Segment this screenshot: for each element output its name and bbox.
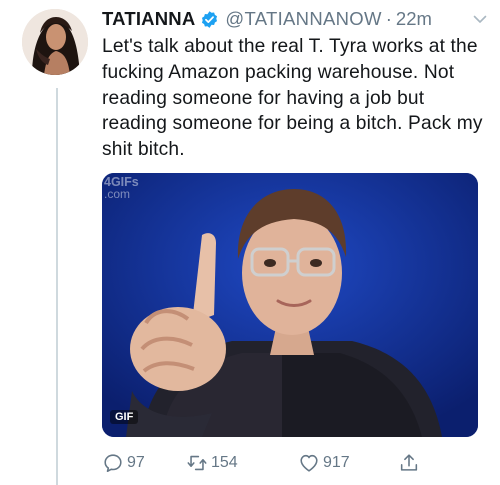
timestamp[interactable]: 22m <box>396 8 432 30</box>
reply-button[interactable]: 97 <box>102 452 145 474</box>
gif-watermark: 4GIFs .com <box>104 176 139 200</box>
chevron-down-icon[interactable] <box>472 11 488 27</box>
retweet-button[interactable]: 154 <box>186 452 238 474</box>
gif-media[interactable]: 4GIFs .com GIF <box>102 173 478 437</box>
share-icon <box>400 454 418 471</box>
like-button[interactable]: 917 <box>298 452 350 474</box>
retweet-icon <box>187 455 207 471</box>
display-name[interactable]: TATIANNA <box>102 8 195 30</box>
gif-badge: GIF <box>110 410 139 424</box>
retweet-count: 154 <box>211 454 238 471</box>
avatar[interactable] <box>22 9 88 75</box>
reply-icon <box>104 454 122 473</box>
like-count: 917 <box>323 454 350 471</box>
separator-dot: · <box>385 8 392 29</box>
watermark-domain: .com <box>104 187 131 201</box>
tweet-text: Let's talk about the real T. Tyra works … <box>102 36 483 161</box>
verified-badge-icon <box>202 10 218 28</box>
handle[interactable]: @TATIANNANOW <box>225 8 381 30</box>
heart-icon <box>300 454 318 472</box>
thread-line <box>56 88 58 485</box>
tweet-actions: 97 154 917 <box>102 452 478 480</box>
avatar-image <box>22 9 88 75</box>
gif-frame <box>102 173 478 437</box>
reply-count: 97 <box>127 454 145 471</box>
share-button[interactable] <box>398 452 423 474</box>
tweet-header: TATIANNA @TATIANNANOW · 22m <box>102 6 488 32</box>
